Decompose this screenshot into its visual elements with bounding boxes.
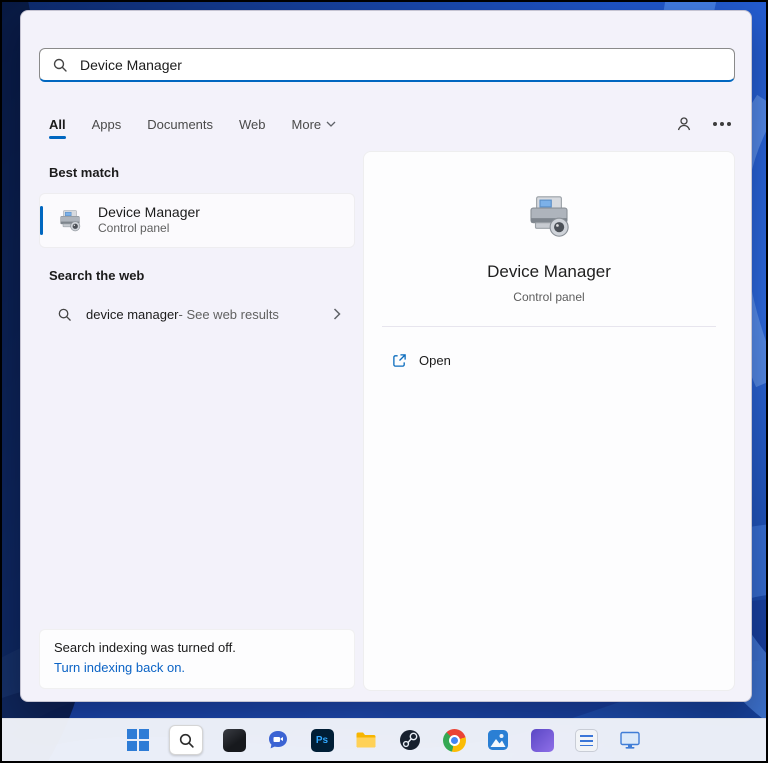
search-web-heading: Search the web [49,268,145,283]
open-external-icon [392,353,407,368]
chrome-icon [442,728,466,752]
tab-all[interactable]: All [49,116,66,139]
indexing-notice-link[interactable]: Turn indexing back on. [54,660,340,675]
indexing-notice-text: Search indexing was turned off. [54,640,236,655]
tab-apps-label: Apps [91,116,122,132]
open-action-label: Open [419,352,451,368]
monitor-app-button[interactable] [616,721,644,759]
tab-documents[interactable]: Documents [147,117,213,132]
search-input[interactable] [78,55,722,74]
search-icon [52,57,68,73]
best-match-title: Device Manager [98,203,200,220]
device-manager-icon-large [522,190,576,249]
tab-web[interactable]: Web [239,117,266,132]
search-icon [178,732,195,749]
web-result-suffix: - See web results [178,306,279,322]
taskbar: Ps [2,718,766,761]
best-match-result[interactable]: Device Manager Control panel [39,193,355,248]
chrome-button[interactable] [440,721,468,759]
photoshop-label: Ps [315,734,329,746]
start-button[interactable] [124,721,152,759]
windows-logo-icon [127,729,149,751]
search-flyout: All Apps Documents Web More [20,10,752,702]
chrome-icon-center [448,734,460,746]
photoshop-button[interactable]: Ps [308,721,336,759]
best-match-subtitle: Control panel [98,221,170,236]
media-app-button[interactable] [528,721,556,759]
ellipsis-menu-icon[interactable] [713,122,717,126]
chevron-down-icon [326,121,336,127]
tab-more[interactable]: More [292,117,337,132]
selection-accent-bar [40,206,43,235]
dark-app-icon [222,728,246,752]
photos-icon [486,728,510,752]
chevron-right-icon [333,308,341,320]
photoshop-icon: Ps [310,728,334,752]
tab-more-label: More [291,116,322,132]
open-action[interactable]: Open [392,348,451,372]
device-manager-icon [56,207,84,235]
header-actions [675,109,729,139]
tab-documents-label: Documents [147,116,214,132]
preview-subtitle: Control panel [513,290,585,304]
teams-chat-button[interactable] [264,721,292,759]
best-match-heading: Best match [49,165,120,180]
results-column: Best match Device Manager Control panel … [39,151,355,689]
filter-tabs: All Apps Documents Web More [49,109,731,139]
photos-button[interactable] [484,721,512,759]
account-icon[interactable] [675,115,693,133]
web-search-result[interactable]: device manager - See web results [39,297,355,331]
preview-title: Device Manager [487,262,611,281]
indexing-notice: Search indexing was turned off. Turn ind… [39,629,355,689]
dark-app-button[interactable] [220,721,248,759]
tab-all-label: All [49,116,66,132]
tab-apps[interactable]: Apps [92,117,122,132]
search-icon [57,307,72,322]
preview-pane: Device Manager Control panel Open [363,151,735,691]
active-tab-indicator [49,135,66,139]
search-box[interactable] [39,48,735,82]
steam-icon [398,728,422,752]
tab-web-label: Web [239,116,266,132]
search-active-box [169,725,203,755]
web-result-query: device manager [86,306,179,322]
notes-app-button[interactable] [572,721,600,759]
notes-app-icon [574,728,598,752]
steam-button[interactable] [396,721,424,759]
preview-divider [382,326,716,327]
taskbar-icons: Ps [124,721,644,759]
desktop: All Apps Documents Web More [0,0,768,763]
media-app-icon [530,728,554,752]
folder-icon [354,728,378,752]
monitor-icon [618,728,642,752]
teams-chat-icon [266,728,290,752]
file-explorer-button[interactable] [352,721,380,759]
search-button[interactable] [168,721,204,759]
